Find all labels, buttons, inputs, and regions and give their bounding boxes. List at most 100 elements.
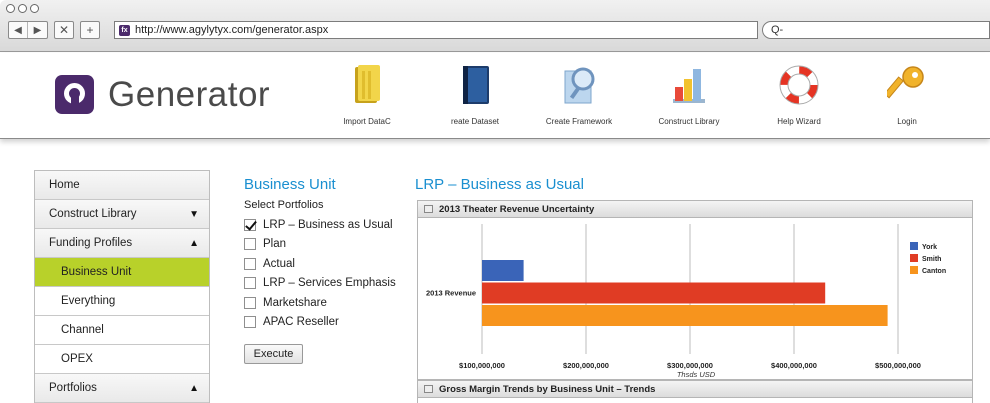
portfolio-option[interactable]: LRP – Business as Usual — [244, 215, 404, 235]
forward-icon[interactable]: ▶ — [28, 22, 47, 38]
legend-label: Smith — [922, 256, 941, 263]
chart-panel-2: Gross Margin Trends by Business Unit – T… — [417, 380, 973, 403]
sidebar-item-opex[interactable]: OPEX — [35, 345, 209, 374]
sidebar-item-portfolios[interactable]: Portfolios ▲ — [35, 374, 209, 403]
x-tick-label: $100,000,000 — [459, 361, 505, 370]
lifebuoy-icon — [779, 63, 819, 107]
sidebar-item-label: Business Unit — [61, 266, 132, 278]
portfolio-option[interactable]: Plan — [244, 235, 404, 255]
search-input[interactable]: Q- — [762, 21, 990, 39]
app-name: Generator — [108, 75, 271, 114]
checkbox[interactable] — [244, 277, 256, 290]
tool-label: Help Wizard — [777, 117, 821, 126]
tool-import-data[interactable]: Import DataC — [312, 63, 422, 126]
checkbox[interactable] — [244, 316, 256, 329]
sidebar-item-funding-profiles[interactable]: Funding Profiles ▲ — [35, 229, 209, 258]
chart-title: Gross Margin Trends by Business Unit – T… — [439, 383, 656, 395]
legend-label: Canton — [922, 268, 946, 275]
category-label: 2013 Revenue — [426, 289, 476, 298]
legend-label: York — [922, 244, 937, 251]
sidebar-item-channel[interactable]: Channel — [35, 316, 209, 345]
window-controls — [6, 4, 39, 13]
magnifier-icon — [559, 63, 599, 107]
legend-swatch — [910, 254, 918, 262]
url-text: http://www.agylytyx.com/generator.aspx — [135, 24, 329, 36]
tool-login[interactable]: Login — [852, 63, 962, 126]
chevron-down-icon[interactable]: ▼ — [189, 209, 199, 220]
option-label: APAC Reseller — [263, 316, 339, 329]
chart-panel-header: Gross Margin Trends by Business Unit – T… — [418, 381, 972, 398]
app-header: Generator Import DataC reate Dataset Cre… — [0, 53, 990, 139]
tool-label: Create Framework — [545, 117, 613, 126]
revenue-bar-chart: $100,000,000 $200,000,000 $300,000,000 $400… — [426, 224, 946, 379]
portfolio-option[interactable]: Actual — [244, 254, 404, 274]
sidebar-item-label: Funding Profiles — [49, 237, 133, 249]
tool-construct-library[interactable]: Construct Library — [634, 63, 744, 126]
new-tab-button[interactable]: + — [80, 21, 100, 39]
portfolio-option[interactable]: Marketshare — [244, 293, 404, 313]
sidebar-item-label: Portfolios — [49, 382, 97, 394]
x-axis-label: Thsds USD — [677, 370, 716, 379]
bar-york — [482, 260, 524, 281]
sidebar-item-everything[interactable]: Everything — [35, 287, 209, 316]
bar-chart-icon — [669, 63, 709, 107]
back-icon[interactable]: ◀ — [9, 22, 28, 38]
portfolio-option[interactable]: APAC Reseller — [244, 313, 404, 333]
option-label: LRP – Business as Usual — [263, 218, 393, 231]
minimize-window-button[interactable] — [18, 4, 27, 13]
sidebar-nav: Home Construct Library ▼ Funding Profile… — [34, 170, 210, 403]
chevron-up-icon[interactable]: ▲ — [189, 238, 199, 249]
x-tick-label: $300,000,000 — [667, 361, 713, 370]
execute-button[interactable]: Execute — [244, 344, 303, 364]
option-label: Marketshare — [263, 296, 327, 309]
chart-icon[interactable] — [424, 385, 433, 393]
portfolio-option[interactable]: LRP – Services Emphasis — [244, 274, 404, 294]
generator-logo-icon[interactable] — [55, 75, 94, 114]
checkbox[interactable] — [244, 296, 256, 309]
legend-swatch — [910, 266, 918, 274]
sidebar-item-business-unit[interactable]: Business Unit — [35, 258, 209, 287]
chart-panel: 2013 Theater Revenue Uncertainty $100,00… — [417, 200, 973, 380]
option-label: Actual — [263, 257, 295, 270]
business-unit-panel: Business Unit Select Portfolios LRP – Bu… — [244, 176, 404, 364]
address-bar[interactable]: fx http://www.agylytyx.com/generator.asp… — [114, 21, 758, 39]
checkbox[interactable] — [244, 218, 256, 231]
plus-icon: + — [86, 23, 94, 37]
tool-help-wizard[interactable]: Help Wizard — [744, 63, 854, 126]
sidebar-item-label: Home — [49, 179, 80, 191]
checkbox[interactable] — [244, 257, 256, 270]
tool-label: reate Dataset — [450, 117, 500, 126]
bar-smith — [482, 282, 826, 304]
x-tick-label: $200,000,000 — [563, 361, 609, 370]
search-placeholder: Q- — [771, 24, 784, 36]
bar-canton — [482, 305, 888, 326]
section-title: Business Unit — [244, 176, 336, 193]
close-icon: ✕ — [58, 23, 70, 37]
chart-title: 2013 Theater Revenue Uncertainty — [439, 203, 595, 215]
folder-icon — [347, 63, 387, 107]
stop-button[interactable]: ✕ — [54, 21, 74, 39]
tool-create-framework[interactable]: Create Framework — [524, 63, 634, 126]
tool-label: Construct Library — [658, 117, 720, 126]
sidebar-item-label: Everything — [61, 295, 116, 307]
chevron-up-icon[interactable]: ▲ — [189, 383, 199, 394]
legend-swatch — [910, 242, 918, 250]
page-title: LRP – Business as Usual — [415, 176, 584, 193]
nav-buttons: ◀ ▶ ✕ + — [8, 21, 100, 39]
chart-panel-header: 2013 Theater Revenue Uncertainty — [418, 201, 972, 218]
chart-icon[interactable] — [424, 205, 433, 213]
favicon-icon: fx — [119, 24, 130, 36]
option-label: Plan — [263, 238, 287, 251]
sidebar-item-construct-library[interactable]: Construct Library ▼ — [35, 200, 209, 229]
tool-create-dataset[interactable]: reate Dataset — [420, 63, 530, 126]
option-label: LRP – Services Emphasis — [263, 277, 396, 290]
close-window-button[interactable] — [6, 4, 15, 13]
sidebar-item-label: Construct Library — [49, 208, 137, 220]
sidebar-item-label: OPEX — [61, 353, 93, 365]
book-icon — [455, 63, 495, 107]
zoom-window-button[interactable] — [30, 4, 39, 13]
sidebar-item-home[interactable]: Home — [35, 171, 209, 200]
x-tick-label: $500,000,000 — [875, 361, 921, 370]
checkbox[interactable] — [244, 238, 256, 251]
key-icon — [883, 63, 927, 107]
